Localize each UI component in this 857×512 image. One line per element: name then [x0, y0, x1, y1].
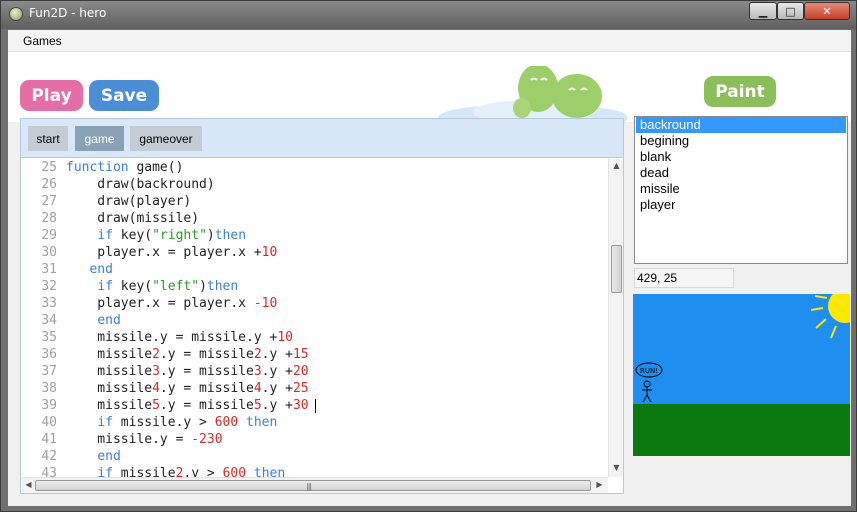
code-line[interactable]: end	[66, 261, 316, 278]
tab-gameover[interactable]: gameover	[130, 126, 202, 151]
line-number: 42	[41, 449, 57, 464]
code-line[interactable]: function game()	[66, 159, 316, 176]
line-number: 33	[41, 296, 57, 311]
code-line[interactable]: if missile.y > 600 then	[66, 414, 316, 431]
code-line[interactable]: if missile2.y > 600 then	[66, 465, 316, 477]
scroll-up-icon[interactable]: ▲	[609, 161, 624, 170]
tab-start[interactable]: start	[28, 126, 68, 151]
play-button[interactable]: Play	[20, 80, 83, 111]
line-number: 38	[41, 381, 57, 396]
grass-ground	[633, 404, 850, 456]
client-area: Games Play Save Paint start game gameove…	[8, 30, 851, 506]
text-caret	[314, 398, 316, 413]
minimize-icon: ▁	[758, 4, 768, 18]
sky-background	[633, 294, 850, 404]
code-editor[interactable]: 25 26 27 28 29 30 31 32 33 34 35 36 37 38 39 40 41 42 43 f…	[21, 159, 608, 477]
code-line[interactable]: missile4.y = missile4.y +25	[66, 380, 316, 397]
line-number: 36	[41, 347, 57, 362]
game-preview-canvas[interactable]: RUN!	[633, 294, 850, 456]
code-line[interactable]: if key("left")then	[66, 278, 316, 295]
sprite-list[interactable]: backround begining blank dead missile pl…	[634, 116, 848, 264]
code-line[interactable]: end	[66, 312, 316, 329]
line-number: 41	[41, 432, 57, 447]
sprite-item[interactable]: blank	[636, 149, 846, 165]
window-title: Fun2D - hero	[29, 6, 107, 20]
scroll-left-icon[interactable]: ◀	[21, 480, 36, 489]
line-number: 30	[41, 245, 57, 260]
scroll-down-icon[interactable]: ▼	[609, 463, 624, 472]
code-line[interactable]: missile3.y = missile3.y +20	[66, 363, 316, 380]
title-bar[interactable]: Fun2D - hero ▁ □ ✕	[1, 1, 856, 29]
line-number: 35	[41, 330, 57, 345]
code-line[interactable]: missile.y = missile.y +10	[66, 329, 316, 346]
scroll-right-icon[interactable]: ▶	[592, 480, 607, 489]
close-button[interactable]: ✕	[804, 2, 850, 20]
code-line[interactable]: missile2.y = missile2.y +15	[66, 346, 316, 363]
sprite-item[interactable]: missile	[636, 181, 846, 197]
grip-icon: |||	[306, 482, 312, 491]
code-line[interactable]: if key("right")then	[66, 227, 316, 244]
line-number: 39	[41, 398, 57, 413]
menu-games[interactable]: Games	[23, 34, 62, 48]
maximize-button[interactable]: □	[777, 2, 804, 20]
sprite-item[interactable]: backround	[636, 117, 846, 133]
speech-bubble: RUN!	[635, 362, 663, 378]
line-number: 32	[41, 279, 57, 294]
code-line[interactable]: draw(player)	[66, 193, 316, 210]
sprite-item[interactable]: begining	[636, 133, 846, 149]
line-number: 34	[41, 313, 57, 328]
vertical-scrollbar[interactable]: ▲ ▼	[608, 159, 623, 477]
line-number-gutter: 25 26 27 28 29 30 31 32 33 34 35 36 37 38 39 40 41 42 43	[21, 159, 60, 477]
paint-button[interactable]: Paint	[704, 76, 776, 107]
sprite-item[interactable]: player	[636, 197, 846, 213]
app-icon	[9, 7, 23, 21]
horizontal-scroll-thumb[interactable]: |||	[35, 480, 591, 491]
speech-bubble-text: RUN!	[640, 367, 658, 375]
code-line[interactable]: missile.y = -230	[66, 431, 316, 448]
code-line[interactable]: player.x = player.x -10	[66, 295, 316, 312]
line-number: 25	[41, 160, 57, 175]
line-number: 43	[41, 466, 57, 477]
line-number: 27	[41, 194, 57, 209]
line-number: 29	[41, 228, 57, 243]
maximize-icon: □	[785, 4, 796, 18]
menu-bar: Games	[8, 30, 851, 52]
line-number: 37	[41, 364, 57, 379]
code-line[interactable]: draw(backround)	[66, 176, 316, 193]
line-number: 40	[41, 415, 57, 430]
cloud-mascot-logo	[438, 66, 628, 126]
code-line[interactable]: draw(missile)	[66, 210, 316, 227]
code-line[interactable]: end	[66, 448, 316, 465]
app-window: Fun2D - hero ▁ □ ✕ Games Play Save Paint…	[0, 0, 857, 512]
cursor-coordinates: 429, 25	[634, 268, 734, 288]
line-number: 26	[41, 177, 57, 192]
code-lines[interactable]: function game() draw(backround) draw(pla…	[66, 159, 316, 477]
close-icon: ✕	[822, 4, 832, 18]
line-number: 31	[41, 262, 57, 277]
tab-game[interactable]: game	[75, 126, 124, 151]
save-button[interactable]: Save	[89, 80, 159, 111]
code-line[interactable]: missile5.y = missile5.y +30	[66, 397, 316, 414]
editor-panel: start game gameover 25 26 27 28 29 30 31 32 33 34…	[20, 118, 624, 494]
code-line[interactable]: player.x = player.x +10	[66, 244, 316, 261]
minimize-button[interactable]: ▁	[749, 2, 777, 20]
vertical-scroll-thumb[interactable]	[611, 245, 622, 293]
sprite-item[interactable]: dead	[636, 165, 846, 181]
script-tab-bar: start game gameover	[21, 119, 623, 158]
line-number: 28	[41, 211, 57, 226]
horizontal-scrollbar[interactable]: ◀ ||| ▶	[21, 477, 608, 493]
